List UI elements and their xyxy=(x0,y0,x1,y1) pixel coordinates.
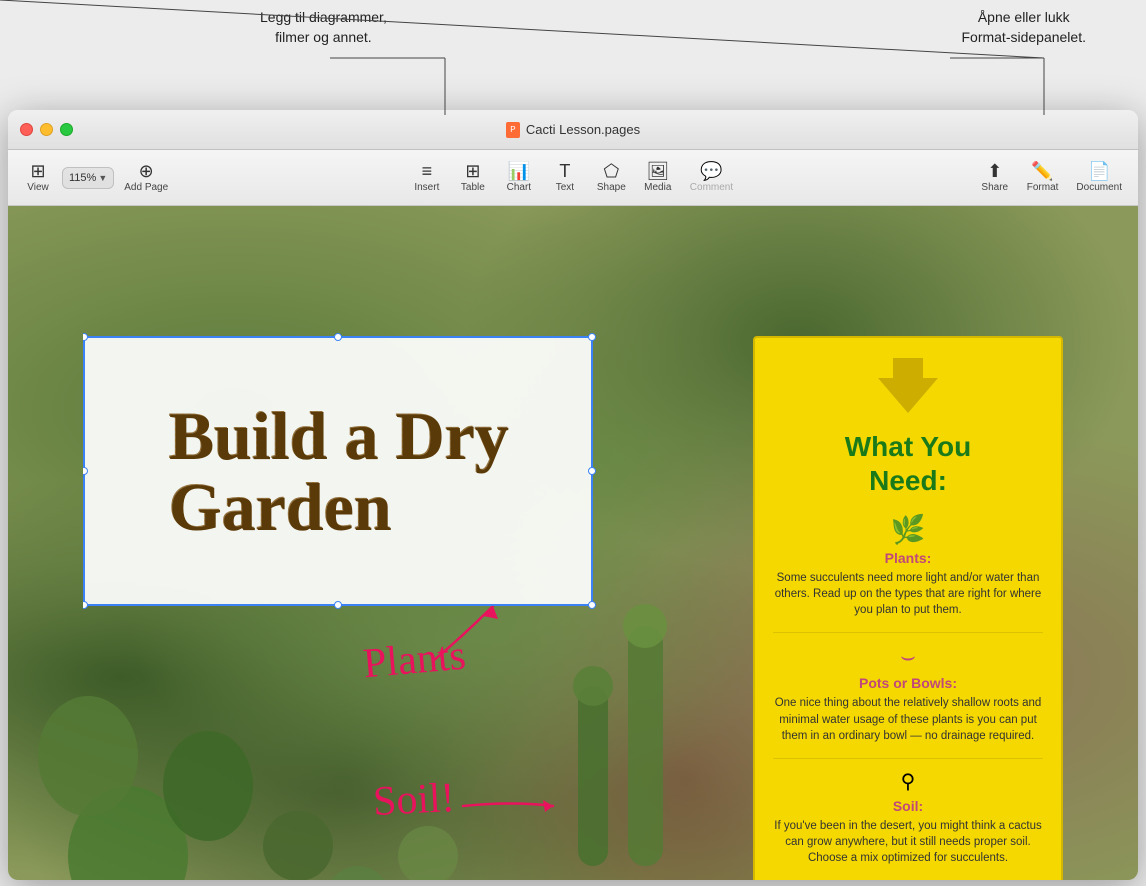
handle-tl[interactable] xyxy=(83,333,88,341)
shape-icon: ⬠ xyxy=(603,162,619,180)
add-page-button[interactable]: ⊕ Add Page xyxy=(116,158,176,197)
shape-button[interactable]: ⬠ Shape xyxy=(589,158,634,197)
tooltip-lines xyxy=(0,0,1146,120)
toolbar-center: ≡ Insert ⊞ Table 📊 Chart T Text ⬠ Shape xyxy=(295,158,852,197)
soil-section-text: If you've been in the desert, you might … xyxy=(773,818,1043,866)
share-label: Share xyxy=(981,182,1008,193)
panel-section-bowls: ⌣ Pots or Bowls: One nice thing about th… xyxy=(773,643,1043,743)
divider-2 xyxy=(773,758,1043,759)
zoom-chevron-icon: ▼ xyxy=(98,173,107,183)
document-icon: 📄 xyxy=(1088,162,1110,180)
add-page-icon: ⊕ xyxy=(139,162,154,180)
bowls-section-text: One nice thing about the relatively shal… xyxy=(773,695,1043,743)
add-page-label: Add Page xyxy=(124,182,168,193)
toolbar-right: ⬆ Share ✏️ Format 📄 Document xyxy=(852,158,1131,197)
table-label: Table xyxy=(461,182,485,193)
soil-title-text: Soil: xyxy=(893,798,923,814)
bowls-section-title: Pots or Bowls: xyxy=(773,675,1043,691)
text-label: Text xyxy=(556,182,574,193)
title-text-box[interactable]: Build a DryGarden xyxy=(83,336,593,606)
plants-section-title: Plants: xyxy=(773,550,1043,566)
pages-window: P Cacti Lesson.pages ⊞ View 115% ▼ ⊕ Add… xyxy=(8,110,1138,880)
plants-icon: 🌿 xyxy=(773,513,1043,546)
bowls-title-text: Pots or Bowls: xyxy=(859,675,957,691)
panel-heading-text: What YouNeed: xyxy=(845,431,972,496)
titlebar: P Cacti Lesson.pages xyxy=(8,110,1138,150)
soil-body-text: If you've been in the desert, you might … xyxy=(774,820,1042,864)
zoom-value: 115% xyxy=(69,172,96,184)
handle-tr[interactable] xyxy=(588,333,596,341)
format-label: Format xyxy=(1027,182,1059,193)
document-label: Document xyxy=(1076,182,1122,193)
close-button[interactable] xyxy=(20,123,33,136)
pages-doc-icon: P xyxy=(506,122,520,138)
handwriting-soil: Soil! xyxy=(372,774,456,826)
panel-arrow-icon xyxy=(773,358,1043,418)
format-button[interactable]: ✏️ Format xyxy=(1019,158,1067,197)
tooltip-area: Legg til diagrammer,filmer og annet. Åpn… xyxy=(0,0,1146,120)
comment-icon: 💬 xyxy=(700,162,722,180)
chart-label: Chart xyxy=(507,182,531,193)
document-button[interactable]: 📄 Document xyxy=(1068,158,1130,197)
bowls-body-text: One nice thing about the relatively shal… xyxy=(775,697,1042,741)
handle-bl[interactable] xyxy=(83,601,88,609)
media-button[interactable]: 🖼 Media xyxy=(636,158,680,197)
soil-text: Soil! xyxy=(372,775,456,825)
title-text: Cacti Lesson.pages xyxy=(526,122,640,137)
minimize-button[interactable] xyxy=(40,123,53,136)
bowls-icon: ⌣ xyxy=(773,643,1043,671)
traffic-lights xyxy=(20,123,73,136)
insert-icon: ≡ xyxy=(422,162,433,180)
view-icon: ⊞ xyxy=(30,162,45,180)
insert-button[interactable]: ≡ Insert xyxy=(405,158,449,197)
info-panel: What YouNeed: 🌿 Plants: Some succulents … xyxy=(753,336,1063,880)
toolbar-left: ⊞ View 115% ▼ ⊕ Add Page xyxy=(16,158,295,197)
plants-section-text: Some succulents need more light and/or w… xyxy=(773,570,1043,618)
handle-br[interactable] xyxy=(588,601,596,609)
tooltip-right: Åpne eller lukkFormat-sidepanelet. xyxy=(961,8,1086,47)
shape-label: Shape xyxy=(597,182,626,193)
view-button[interactable]: ⊞ View xyxy=(16,158,60,197)
toolbar: ⊞ View 115% ▼ ⊕ Add Page ≡ Insert ⊞ xyxy=(8,150,1138,206)
table-button[interactable]: ⊞ Table xyxy=(451,158,495,197)
media-label: Media xyxy=(644,182,671,193)
text-icon: T xyxy=(559,162,570,180)
document-area[interactable]: Build a DryGarden Plants Soil! Bowls xyxy=(8,206,1138,880)
table-icon: ⊞ xyxy=(465,162,480,180)
soil-section-title: Soil: xyxy=(773,798,1043,814)
comment-label: Comment xyxy=(690,182,733,193)
handle-bm[interactable] xyxy=(334,601,342,609)
plants-title-text: Plants: xyxy=(885,550,932,566)
doc-page: Build a DryGarden Plants Soil! Bowls xyxy=(83,216,1063,880)
chart-icon: 📊 xyxy=(508,162,530,180)
panel-section-plants: 🌿 Plants: Some succulents need more ligh… xyxy=(773,513,1043,618)
handle-ml[interactable] xyxy=(83,467,88,475)
share-icon: ⬆ xyxy=(987,162,1002,180)
zoom-button[interactable]: 115% ▼ xyxy=(62,167,114,189)
handle-tm[interactable] xyxy=(334,333,342,341)
share-button[interactable]: ⬆ Share xyxy=(973,158,1017,197)
media-icon: 🖼 xyxy=(646,162,669,180)
maximize-button[interactable] xyxy=(60,123,73,136)
text-button[interactable]: T Text xyxy=(543,158,587,197)
soil-icon: ⚲ xyxy=(773,769,1043,794)
comment-button[interactable]: 💬 Comment xyxy=(682,158,741,197)
handwriting-plants: Plants xyxy=(361,632,467,689)
plants-text: Plants xyxy=(361,633,467,688)
tooltip-left-text: Legg til diagrammer,filmer og annet. xyxy=(260,9,387,45)
view-label: View xyxy=(27,182,49,193)
tooltip-left: Legg til diagrammer,filmer og annet. xyxy=(260,8,387,47)
panel-heading: What YouNeed: xyxy=(773,430,1043,497)
plants-body-text: Some succulents need more light and/or w… xyxy=(775,572,1042,616)
chart-button[interactable]: 📊 Chart xyxy=(497,158,541,197)
panel-section-soil: ⚲ Soil: If you've been in the desert, yo… xyxy=(773,769,1043,866)
window-title: P Cacti Lesson.pages xyxy=(506,122,640,138)
format-icon: ✏️ xyxy=(1031,162,1053,180)
handle-mr[interactable] xyxy=(588,467,596,475)
tooltip-right-text: Åpne eller lukkFormat-sidepanelet. xyxy=(961,9,1086,45)
insert-label: Insert xyxy=(414,182,439,193)
divider-1 xyxy=(773,632,1043,633)
document-title: Build a DryGarden xyxy=(168,400,508,543)
